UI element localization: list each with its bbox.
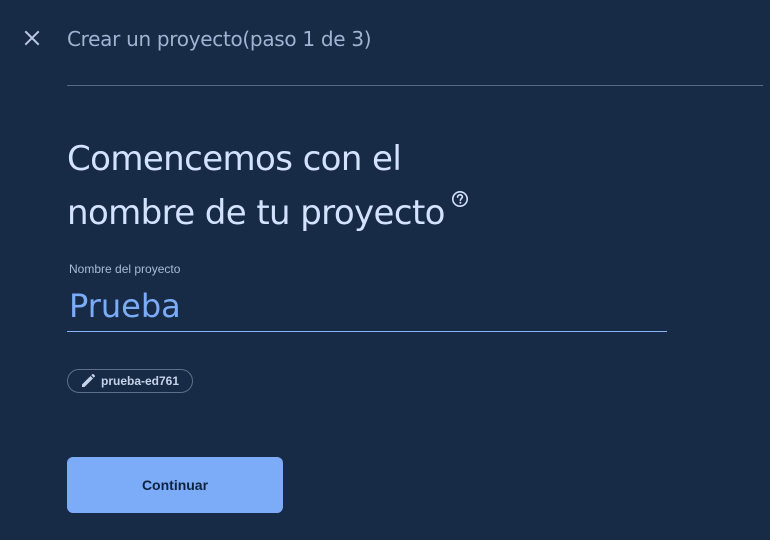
continue-button[interactable]: Continuar (67, 457, 283, 513)
edit-pencil-icon (82, 374, 95, 387)
header-divider (67, 85, 763, 86)
close-button[interactable] (18, 24, 46, 52)
close-icon (24, 30, 40, 46)
project-name-underline (67, 331, 667, 332)
project-id-text: prueba-ed761 (101, 374, 180, 388)
heading-line-2-wrap: nombre de tu proyecto (67, 186, 627, 240)
help-circle-icon[interactable] (451, 190, 469, 208)
page-heading: Comencemos con el nombre de tu proyecto (67, 132, 627, 240)
dialog-title: Crear un proyecto(paso 1 de 3) (67, 27, 372, 51)
heading-line-2: nombre de tu proyecto (67, 193, 445, 233)
heading-line-1: Comencemos con el (67, 139, 402, 179)
project-name-label: Nombre del proyecto (69, 262, 181, 276)
project-name-input[interactable] (67, 282, 667, 330)
project-id-chip[interactable]: prueba-ed761 (67, 369, 194, 393)
